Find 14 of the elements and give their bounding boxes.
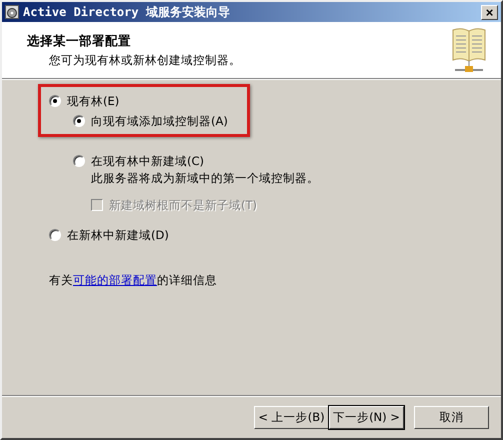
page-subtitle: 您可为现有林或新林创建域控制器。: [48, 52, 241, 68]
info-text: 有关可能的部署配置的详细信息: [49, 273, 218, 288]
window-title: Active Directory 域服务安装向导: [23, 4, 231, 20]
option-label[interactable]: 在现有林中新建域(C): [91, 154, 204, 168]
wizard-button[interactable]: 取消: [414, 406, 489, 428]
deployment-link[interactable]: 可能的部署配置: [73, 273, 157, 287]
wizard-button[interactable]: < 上一步(B): [254, 406, 329, 428]
option-label[interactable]: 在新林中新建域(D): [67, 228, 169, 242]
wizard-button[interactable]: 下一步(N) >: [329, 406, 404, 428]
option-label[interactable]: 向现有域添加域控制器(A): [91, 114, 228, 128]
option-description: 此服务器将成为新域中的第一个域控制器。: [90, 171, 320, 187]
page-title: 选择某一部署配置: [27, 32, 132, 50]
option-label[interactable]: 现有林(E): [67, 94, 120, 108]
close-button[interactable]: ×: [481, 4, 498, 20]
